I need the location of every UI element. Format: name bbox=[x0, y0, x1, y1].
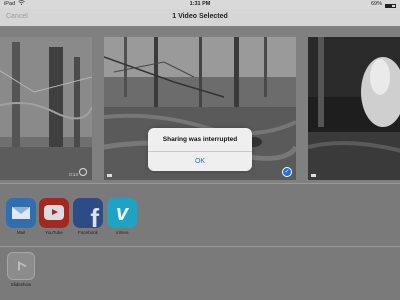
slideshow-icon bbox=[7, 252, 35, 280]
facebook-icon: f bbox=[73, 198, 103, 228]
share-sheet: Mail YouTube f Facebook v Vimeo Slidesho… bbox=[0, 183, 400, 300]
video-badge: 0:14 bbox=[69, 172, 78, 177]
status-time: 1:31 PM bbox=[189, 1, 211, 7]
app-label: Vimeo bbox=[115, 230, 129, 235]
video-camera-icon bbox=[311, 174, 316, 177]
alert-title: Sharing was interrupted bbox=[162, 136, 238, 143]
video-badge bbox=[107, 174, 112, 177]
duration-label: 0:14 bbox=[69, 172, 78, 177]
action-label: Slideshow bbox=[10, 282, 32, 287]
select-circle[interactable] bbox=[79, 168, 87, 176]
divider bbox=[0, 246, 400, 247]
nav-title: 1 Video Selected bbox=[172, 13, 228, 20]
photo-thumbnail[interactable] bbox=[308, 37, 400, 180]
vimeo-icon: v bbox=[107, 198, 137, 228]
nav-bar: Cancel 1 Video Selected bbox=[0, 9, 400, 27]
app-label: Facebook bbox=[78, 230, 98, 235]
status-bar: iPad 1:31 PM 69% bbox=[0, 0, 400, 9]
app-label: Mail bbox=[16, 230, 26, 235]
share-app-youtube[interactable]: YouTube bbox=[38, 198, 70, 235]
youtube-icon bbox=[39, 198, 69, 228]
battery-percent: 69% bbox=[370, 1, 382, 7]
status-right: 69% bbox=[371, 0, 396, 9]
action-slideshow[interactable]: Slideshow bbox=[6, 252, 36, 287]
alert-dialog: Sharing was interrupted OK bbox=[148, 128, 252, 171]
share-app-facebook[interactable]: f Facebook bbox=[72, 198, 104, 235]
photo-thumbnail[interactable]: 0:14 bbox=[0, 37, 92, 180]
mail-icon bbox=[6, 198, 36, 228]
app-label: YouTube bbox=[45, 230, 63, 235]
share-app-vimeo[interactable]: v Vimeo bbox=[106, 198, 138, 235]
video-badge bbox=[311, 174, 316, 177]
battery-icon bbox=[385, 3, 396, 8]
divider bbox=[0, 183, 400, 184]
selected-check-icon[interactable]: ✓ bbox=[282, 167, 292, 177]
video-camera-icon bbox=[107, 174, 112, 177]
ok-button[interactable]: OK bbox=[148, 152, 252, 171]
share-app-mail[interactable]: Mail bbox=[5, 198, 37, 235]
